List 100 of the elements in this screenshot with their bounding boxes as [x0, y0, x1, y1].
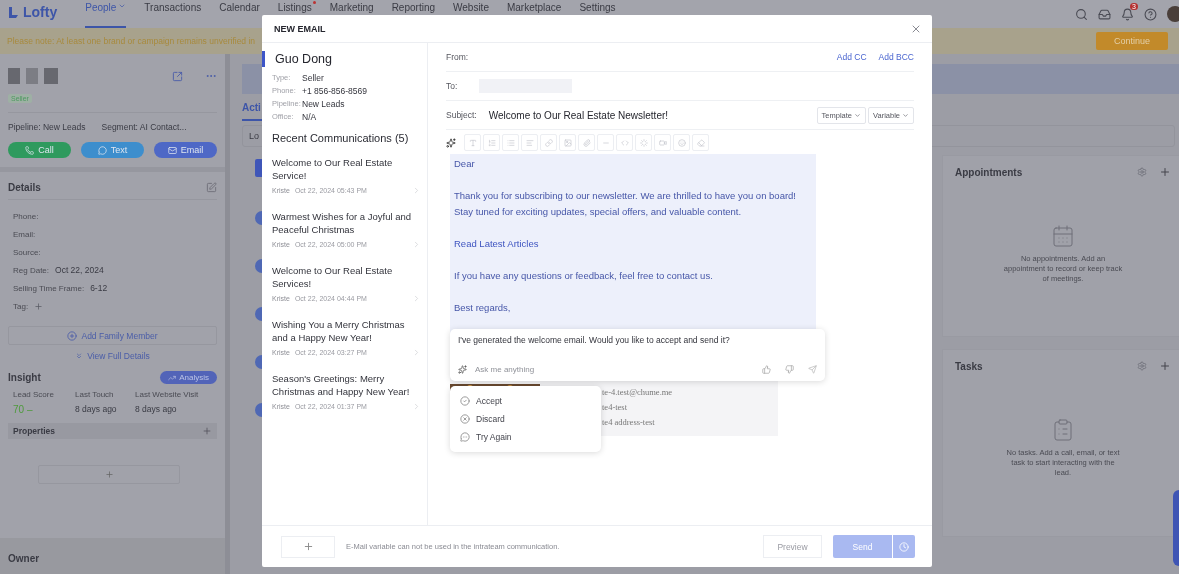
thumbs-down-icon[interactable] — [785, 365, 794, 374]
toolbar-button[interactable] — [483, 134, 500, 151]
message-title[interactable]: Season's Greetings: Merry Christmas and Happy New Year! — [272, 372, 421, 398]
stat-value: 70 – — [13, 404, 34, 415]
add-family-button[interactable]: Add Family Member — [8, 326, 217, 345]
field-label: Subject: — [446, 110, 477, 120]
text-button[interactable]: Text — [81, 142, 144, 158]
add-bcc-link[interactable]: Add BCC — [878, 52, 914, 62]
send-icon[interactable] — [808, 365, 817, 374]
settings-icon[interactable] — [1137, 361, 1147, 371]
message-title[interactable]: Wishing You a Merry Christmas and a Happy New Year! — [272, 318, 421, 344]
chevron-icon[interactable] — [412, 240, 421, 249]
chevron-icon[interactable] — [412, 402, 421, 411]
card-title: Tasks — [955, 360, 983, 372]
toolbar-button[interactable] — [692, 134, 709, 151]
stat-label: Lead Score — [13, 390, 55, 399]
message-title[interactable]: Warmest Wishes for a Joyful and Peaceful Christmas — [272, 210, 421, 236]
field-label: Source: — [13, 247, 41, 257]
field-label: Reg Date: — [13, 265, 50, 275]
add-button[interactable] — [38, 465, 180, 484]
thumbs-up-icon[interactable] — [762, 365, 771, 374]
body-text: Stay tuned for exciting updates, special offers, and valuable content. — [454, 205, 742, 219]
numbered-list-icon — [487, 138, 496, 147]
x-circle-icon — [460, 414, 470, 424]
field-label: Email: — [13, 229, 36, 239]
add-cc-link[interactable]: Add CC — [836, 52, 867, 62]
image-icon — [563, 138, 572, 147]
logo[interactable]: Lofty — [8, 0, 58, 24]
plus-circle-icon — [67, 330, 78, 341]
chat-icon — [97, 145, 107, 155]
subject-field[interactable]: Welcome to Our Real Estate Newsletter! — [488, 109, 805, 121]
field-value: N/A — [302, 112, 318, 122]
call-button[interactable]: Call — [8, 142, 71, 158]
body-text: If you have any questions or feedback, feel free to contact us. — [454, 269, 713, 283]
body-text: Best regards, — [454, 301, 511, 315]
stat-label: Last Touch — [75, 390, 115, 399]
paperclip-icon — [582, 138, 591, 147]
phone-icon — [25, 145, 35, 155]
chevron-icon[interactable] — [412, 294, 421, 303]
toolbar-button[interactable] — [521, 134, 538, 151]
body-link[interactable]: Read Latest Articles — [454, 236, 539, 252]
chevron-icon[interactable] — [412, 186, 421, 195]
section-title: Properties — [13, 426, 56, 436]
help-icon[interactable] — [1144, 7, 1157, 21]
field-label: Tag: — [13, 301, 29, 311]
chevron-icon[interactable] — [412, 348, 421, 357]
view-details-link[interactable]: View Full Details — [87, 351, 150, 361]
segment-dropdown[interactable]: Segment: AI Contact... — [101, 122, 187, 132]
toolbar-button[interactable] — [559, 134, 576, 151]
toolbar-button[interactable] — [502, 134, 519, 151]
align-icon — [525, 138, 534, 147]
chat-bubble-icon — [460, 432, 470, 442]
toolbar-button[interactable] — [464, 134, 481, 151]
video-icon — [658, 138, 667, 147]
contact-name: Guo Dong — [262, 51, 421, 67]
bullet-list-icon — [506, 138, 515, 147]
sparkle-icon — [458, 365, 467, 374]
field-label: Selling Time Frame: — [13, 283, 85, 293]
chat-widget[interactable] — [1173, 490, 1179, 566]
settings-icon[interactable] — [1137, 167, 1147, 177]
message-title[interactable]: Welcome to Our Real Estate Services! — [272, 264, 421, 290]
schedule-button[interactable] — [893, 535, 915, 558]
add-icon[interactable] — [34, 301, 44, 311]
inbox-icon[interactable] — [1098, 7, 1111, 21]
toolbar-button[interactable] — [654, 134, 671, 151]
toolbar-button[interactable] — [540, 134, 557, 151]
plus-icon — [104, 470, 114, 479]
edit-icon[interactable] — [206, 182, 217, 193]
signature-text: te4 address-test — [602, 417, 656, 427]
email-button[interactable]: Email — [154, 142, 217, 158]
ai-sparkle-icon[interactable] — [446, 137, 456, 148]
nav-tab[interactable]: Calendar — [219, 0, 260, 28]
preview-button[interactable]: Preview — [763, 535, 822, 558]
analysis-button[interactable]: Analysis — [160, 371, 217, 384]
toolbar-button[interactable] — [635, 134, 652, 151]
toolbar-button[interactable] — [673, 134, 690, 151]
pipeline-dropdown[interactable]: Pipeline: New Leads — [8, 122, 86, 132]
add-icon[interactable] — [202, 426, 212, 436]
caret-icon — [854, 111, 862, 119]
avatar[interactable] — [1167, 6, 1179, 22]
card-title: Appointments — [955, 166, 1023, 178]
message-title[interactable]: Welcome to Our Real Estate Service! — [272, 156, 421, 182]
chevrons-down-icon — [75, 352, 84, 360]
emoji-icon — [677, 138, 686, 147]
open-external-icon[interactable] — [172, 70, 183, 82]
code-icon — [620, 138, 629, 147]
add-icon[interactable] — [1159, 360, 1171, 372]
plus-icon — [302, 541, 314, 552]
toolbar-button[interactable] — [616, 134, 633, 151]
clock-icon — [899, 541, 909, 552]
nav-tab[interactable]: Transactions — [144, 0, 202, 28]
search-icon[interactable] — [1075, 7, 1088, 21]
field-label: To: — [446, 81, 458, 91]
attach-button[interactable] — [281, 535, 335, 558]
bell-icon[interactable] — [1121, 7, 1134, 21]
field-value: Seller — [302, 73, 325, 83]
add-icon[interactable] — [1159, 166, 1171, 178]
toolbar-button[interactable] — [578, 134, 595, 151]
stat-label: Last Website Visit — [135, 390, 200, 399]
assistant-message: I've generated the welcome email. Would you like to accept and send it? — [458, 335, 731, 345]
